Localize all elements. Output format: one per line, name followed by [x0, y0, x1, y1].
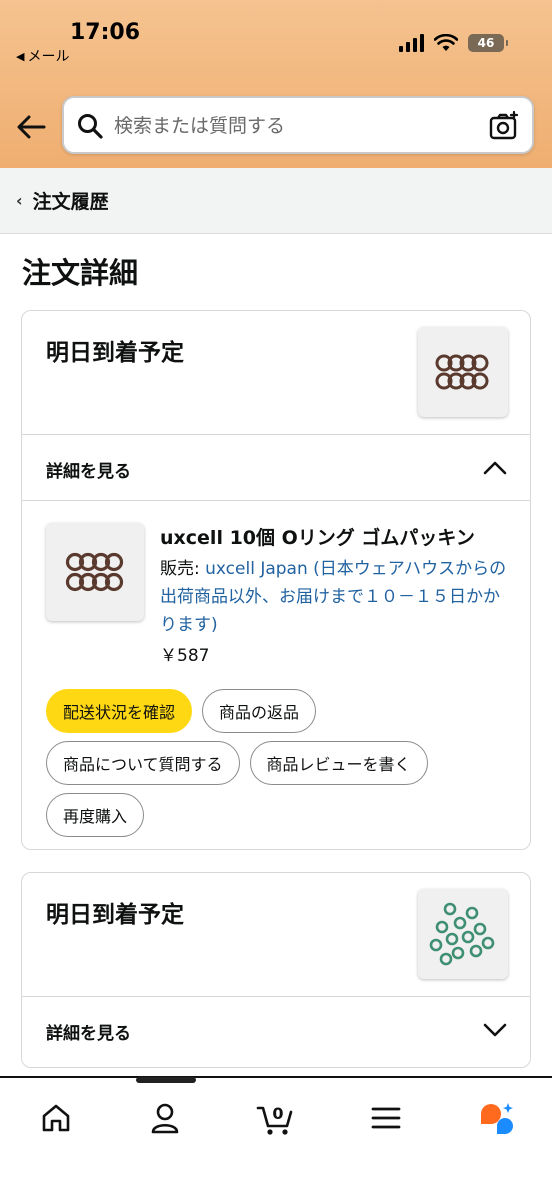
back-arrow-icon[interactable] [14, 110, 48, 144]
search-input[interactable] [114, 108, 474, 144]
seller-info: 販売: uxcell Japan (日本ウェアハウスからの出荷商品以外、お届けま… [160, 555, 512, 639]
o-ring-brown-image [65, 552, 124, 592]
search-bar[interactable] [62, 96, 534, 154]
breadcrumb-label: 注文履歴 [32, 191, 109, 213]
order-actions: 配送状況を確認 商品の返品 商品について質問する 商品レビューを書く 再度購入 [46, 689, 516, 837]
ask-question-button[interactable]: 商品について質問する [46, 741, 240, 785]
bottom-tab-bar: 0 [0, 1076, 552, 1200]
tab-cart[interactable]: 0 [256, 1098, 296, 1138]
search-icon [78, 114, 103, 139]
status-time: 17:06 [70, 20, 141, 45]
write-review-button[interactable]: 商品レビューを書く [249, 741, 428, 785]
o-ring-green-image [429, 902, 495, 966]
chevron-up-icon [483, 461, 507, 475]
order-card: 明日到着予定 詳細を見る uxcell 10個 Oリング ゴムパッキン 販売: … [21, 310, 531, 850]
details-label: 詳細を見る [46, 462, 131, 482]
cart-icon: 0 [256, 1104, 293, 1135]
tab-account[interactable] [145, 1098, 185, 1138]
order-item: uxcell 10個 Oリング ゴムパッキン 販売: uxcell Japan … [22, 501, 530, 849]
back-to-app-link[interactable]: ◀ メール [16, 46, 69, 66]
item-title-link[interactable]: uxcell 10個 Oリング ゴムパッキン [160, 523, 510, 550]
delivery-status: 明日到着予定 [46, 340, 184, 366]
cellular-signal-icon [399, 34, 424, 52]
seller-link[interactable]: uxcell Japan (日本ウェアハウスからの出荷商品以外、お届けまで１０－… [160, 559, 506, 635]
tab-rufus[interactable] [476, 1098, 516, 1138]
back-triangle-icon: ◀ [16, 49, 25, 63]
buy-again-button[interactable]: 再度購入 [46, 793, 145, 837]
camera-search-icon[interactable] [488, 110, 520, 142]
chevron-left-icon: ‹ [16, 191, 23, 210]
product-thumbnail[interactable] [418, 889, 508, 979]
menu-icon [371, 1107, 401, 1129]
product-thumbnail[interactable] [418, 327, 508, 417]
tab-menu[interactable] [366, 1098, 406, 1138]
wifi-icon [434, 34, 458, 51]
item-image[interactable] [46, 523, 144, 621]
home-icon [42, 1104, 70, 1132]
cart-count: 0 [272, 1104, 283, 1123]
return-item-button[interactable]: 商品の返品 [202, 689, 317, 733]
status-indicators: 46 [399, 34, 508, 52]
seller-prefix: 販売: [160, 559, 206, 579]
page-title: 注文詳細 [22, 256, 139, 290]
order-card-header: 明日到着予定 [22, 873, 530, 997]
details-label: 詳細を見る [46, 1024, 131, 1044]
home-indicator [136, 1077, 196, 1083]
details-toggle[interactable]: 詳細を見る [22, 997, 530, 1063]
rufus-icon [481, 1103, 513, 1134]
delivery-status: 明日到着予定 [46, 902, 184, 928]
battery-indicator: 46 [468, 34, 508, 52]
item-price: ￥587 [160, 646, 210, 666]
tab-home[interactable] [36, 1098, 76, 1138]
chevron-down-icon [483, 1023, 507, 1037]
back-app-label: メール [27, 49, 70, 65]
o-ring-brown-image [435, 354, 489, 390]
app-header: 17:06 ◀ メール 46 [0, 0, 552, 168]
order-card: 明日到着予定 詳細を見る [21, 872, 531, 1068]
status-bar: 17:06 ◀ メール 46 [0, 0, 552, 80]
order-card-header: 明日到着予定 [22, 311, 530, 435]
breadcrumb[interactable]: ‹ 注文履歴 [0, 168, 552, 234]
details-toggle[interactable]: 詳細を見る [22, 435, 530, 501]
track-package-button[interactable]: 配送状況を確認 [46, 689, 193, 733]
account-icon [151, 1103, 179, 1134]
